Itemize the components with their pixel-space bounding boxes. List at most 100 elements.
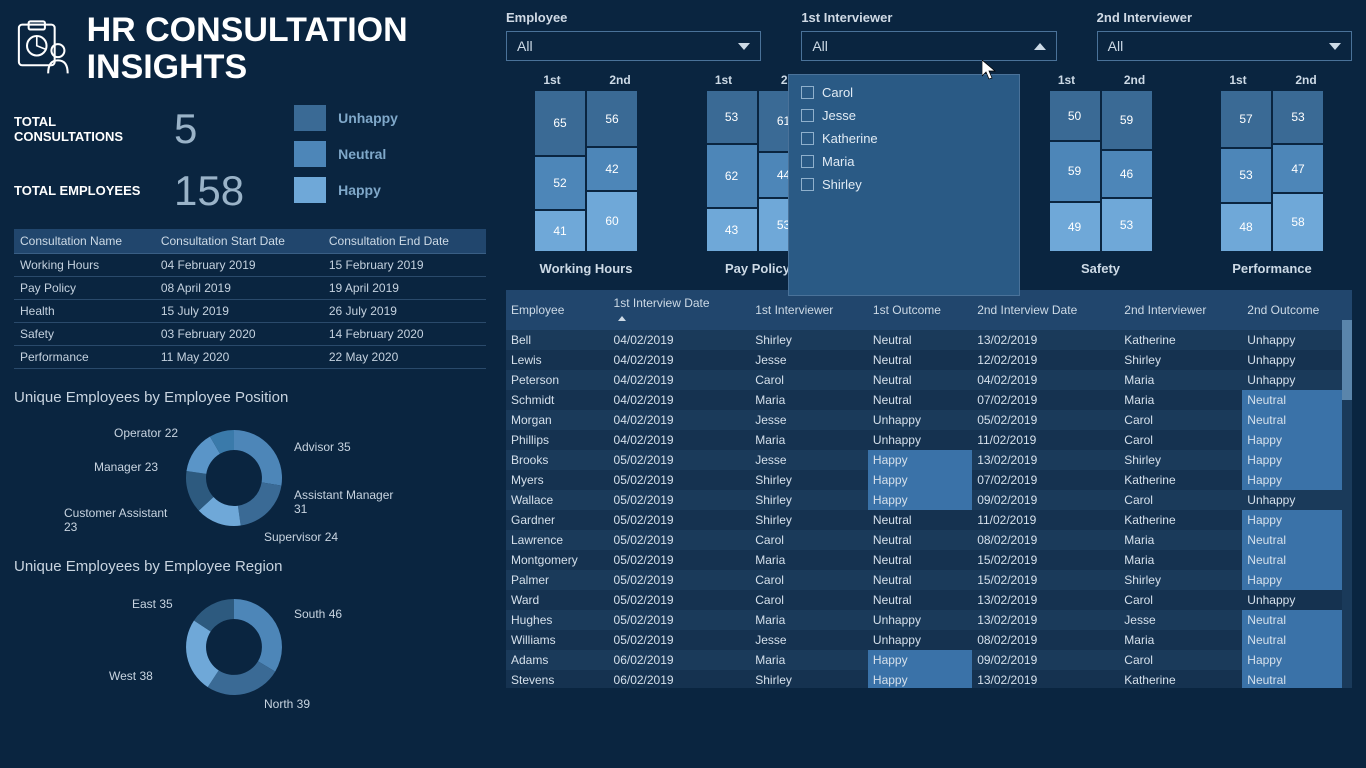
treemap-cell: 53 <box>1102 199 1152 251</box>
consultation-table[interactable]: Consultation NameConsultation Start Date… <box>14 229 486 369</box>
treemap-label: Working Hours <box>540 261 633 276</box>
table-header[interactable]: Consultation Start Date <box>155 229 323 254</box>
detail-table[interactable]: Employee1st Interview Date1st Interviewe… <box>506 290 1352 688</box>
filter-employee-select[interactable]: All <box>506 31 761 61</box>
table-header[interactable]: Employee <box>506 290 609 330</box>
table-row[interactable]: Gardner05/02/2019ShirleyNeutral11/02/201… <box>506 510 1352 530</box>
treemap-cell: 56 <box>587 91 637 146</box>
stat-employees-label: TOTAL EMPLOYEES <box>14 183 144 198</box>
treemap-cell: 62 <box>707 145 757 206</box>
dropdown-option[interactable]: Carol <box>789 81 1019 104</box>
dropdown-option[interactable]: Jesse <box>789 104 1019 127</box>
table-row[interactable]: Myers05/02/2019ShirleyHappy07/02/2019Kat… <box>506 470 1352 490</box>
checkbox-icon <box>801 178 814 191</box>
treemap-cell: 50 <box>1050 91 1100 140</box>
table-row[interactable]: Schmidt04/02/2019MariaNeutral07/02/2019M… <box>506 390 1352 410</box>
chevron-down-icon <box>1329 43 1341 50</box>
chevron-up-icon <box>1034 43 1046 50</box>
table-header[interactable]: Consultation Name <box>14 229 155 254</box>
swatch-unhappy <box>294 105 326 131</box>
table-header[interactable]: 1st Outcome <box>868 290 972 330</box>
swatch-happy <box>294 177 326 203</box>
filter-first-label: 1st Interviewer <box>801 10 1056 25</box>
filter-second-label: 2nd Interviewer <box>1097 10 1352 25</box>
table-row[interactable]: Peterson04/02/2019CarolNeutral04/02/2019… <box>506 370 1352 390</box>
treemap-cell: 48 <box>1221 204 1271 251</box>
filter-first-dropdown[interactable]: CarolJesseKatherineMariaShirley <box>788 74 1020 296</box>
table-header[interactable]: Consultation End Date <box>323 229 486 254</box>
treemap-cell: 46 <box>1102 151 1152 196</box>
detail-table-wrap: Employee1st Interview Date1st Interviewe… <box>506 290 1352 688</box>
dashboard-icon <box>14 13 73 85</box>
swatch-neutral <box>294 141 326 167</box>
treemap-cell: 42 <box>587 148 637 189</box>
table-row[interactable]: Wallace05/02/2019ShirleyHappy09/02/2019C… <box>506 490 1352 510</box>
donut-position[interactable]: Advisor 35 Assistant Manager31 Superviso… <box>14 410 486 550</box>
table-row[interactable]: Pay Policy08 April 201919 April 2019 <box>14 276 486 299</box>
table-row[interactable]: Hughes05/02/2019MariaUnhappy13/02/2019Je… <box>506 610 1352 630</box>
checkbox-icon <box>801 86 814 99</box>
stat-employees-value: 158 <box>174 167 244 215</box>
stat-consultations-value: 5 <box>174 105 197 153</box>
treemap-cell: 49 <box>1050 203 1100 251</box>
checkbox-icon <box>801 132 814 145</box>
treemap-cell: 43 <box>707 209 757 251</box>
checkbox-icon <box>801 155 814 168</box>
table-row[interactable]: Adams06/02/2019MariaHappy09/02/2019Carol… <box>506 650 1352 670</box>
table-row[interactable]: Lewis04/02/2019JesseNeutral12/02/2019Shi… <box>506 350 1352 370</box>
table-row[interactable]: Performance11 May 202022 May 2020 <box>14 345 486 368</box>
dashboard-header: HR CONSULTATION INSIGHTS <box>14 12 486 87</box>
chart-title-position: Unique Employees by Employee Position <box>14 389 486 406</box>
treemap-cell: 53 <box>1273 91 1323 143</box>
table-header[interactable]: 2nd Interview Date <box>972 290 1119 330</box>
treemap-label: Performance <box>1232 261 1311 276</box>
scrollbar-thumb[interactable] <box>1342 320 1352 400</box>
table-row[interactable]: Montgomery05/02/2019MariaNeutral15/02/20… <box>506 550 1352 570</box>
treemap-cell: 59 <box>1102 91 1152 149</box>
filter-first-select[interactable]: All <box>801 31 1056 61</box>
outcome-legend: Unhappy Neutral Happy <box>294 105 398 215</box>
table-row[interactable]: Palmer05/02/2019CarolNeutral15/02/2019Sh… <box>506 570 1352 590</box>
table-row[interactable]: Bell04/02/2019ShirleyNeutral13/02/2019Ka… <box>506 330 1352 350</box>
table-row[interactable]: Williams05/02/2019JesseUnhappy08/02/2019… <box>506 630 1352 650</box>
table-header[interactable]: 1st Interview Date <box>609 290 751 330</box>
treemap-cell: 60 <box>587 192 637 251</box>
sort-asc-icon <box>618 316 626 321</box>
table-header[interactable]: 2nd Interviewer <box>1119 290 1242 330</box>
table-scrollbar[interactable] <box>1342 320 1352 688</box>
treemap-cell: 41 <box>535 211 585 251</box>
treemap-cell: 57 <box>1221 91 1271 147</box>
table-row[interactable]: Health15 July 201926 July 2019 <box>14 299 486 322</box>
treemap-column[interactable]: 1st2nd655241564260Working Hours <box>506 73 666 276</box>
treemap-cell: 52 <box>535 157 585 208</box>
table-row[interactable]: Lawrence05/02/2019CarolNeutral08/02/2019… <box>506 530 1352 550</box>
treemap-cell: 59 <box>1050 142 1100 200</box>
page-title: HR CONSULTATION INSIGHTS <box>87 12 486 87</box>
dropdown-option[interactable]: Katherine <box>789 127 1019 150</box>
checkbox-icon <box>801 109 814 122</box>
table-row[interactable]: Safety03 February 202014 February 2020 <box>14 322 486 345</box>
table-row[interactable]: Morgan04/02/2019JesseUnhappy05/02/2019Ca… <box>506 410 1352 430</box>
chevron-down-icon <box>738 43 750 50</box>
treemap-cell: 53 <box>707 91 757 143</box>
treemap-cell: 47 <box>1273 145 1323 191</box>
treemap-label: Pay Policy <box>725 261 790 276</box>
filter-second-select[interactable]: All <box>1097 31 1352 61</box>
treemap-column[interactable]: 1st2nd575348534758Performance <box>1192 73 1352 276</box>
table-header[interactable]: 2nd Outcome <box>1242 290 1352 330</box>
donut-region[interactable]: South 46 North 39 West 38 East 35 <box>14 579 486 719</box>
stat-consultations-label: TOTAL CONSULTATIONS <box>14 114 144 144</box>
table-row[interactable]: Brooks05/02/2019JesseHappy13/02/2019Shir… <box>506 450 1352 470</box>
table-row[interactable]: Ward05/02/2019CarolNeutral13/02/2019Caro… <box>506 590 1352 610</box>
filter-employee-label: Employee <box>506 10 761 25</box>
chart-title-region: Unique Employees by Employee Region <box>14 558 486 575</box>
table-row[interactable]: Stevens06/02/2019ShirleyHappy13/02/2019K… <box>506 670 1352 688</box>
dropdown-option[interactable]: Shirley <box>789 173 1019 196</box>
dropdown-option[interactable]: Maria <box>789 150 1019 173</box>
table-row[interactable]: Working Hours04 February 201915 February… <box>14 253 486 276</box>
table-header[interactable]: 1st Interviewer <box>750 290 868 330</box>
treemap-cell: 53 <box>1221 149 1271 201</box>
treemap-label: Safety <box>1081 261 1120 276</box>
treemap-column[interactable]: 1st2nd505949594653Safety <box>1021 73 1181 276</box>
table-row[interactable]: Phillips04/02/2019MariaUnhappy11/02/2019… <box>506 430 1352 450</box>
